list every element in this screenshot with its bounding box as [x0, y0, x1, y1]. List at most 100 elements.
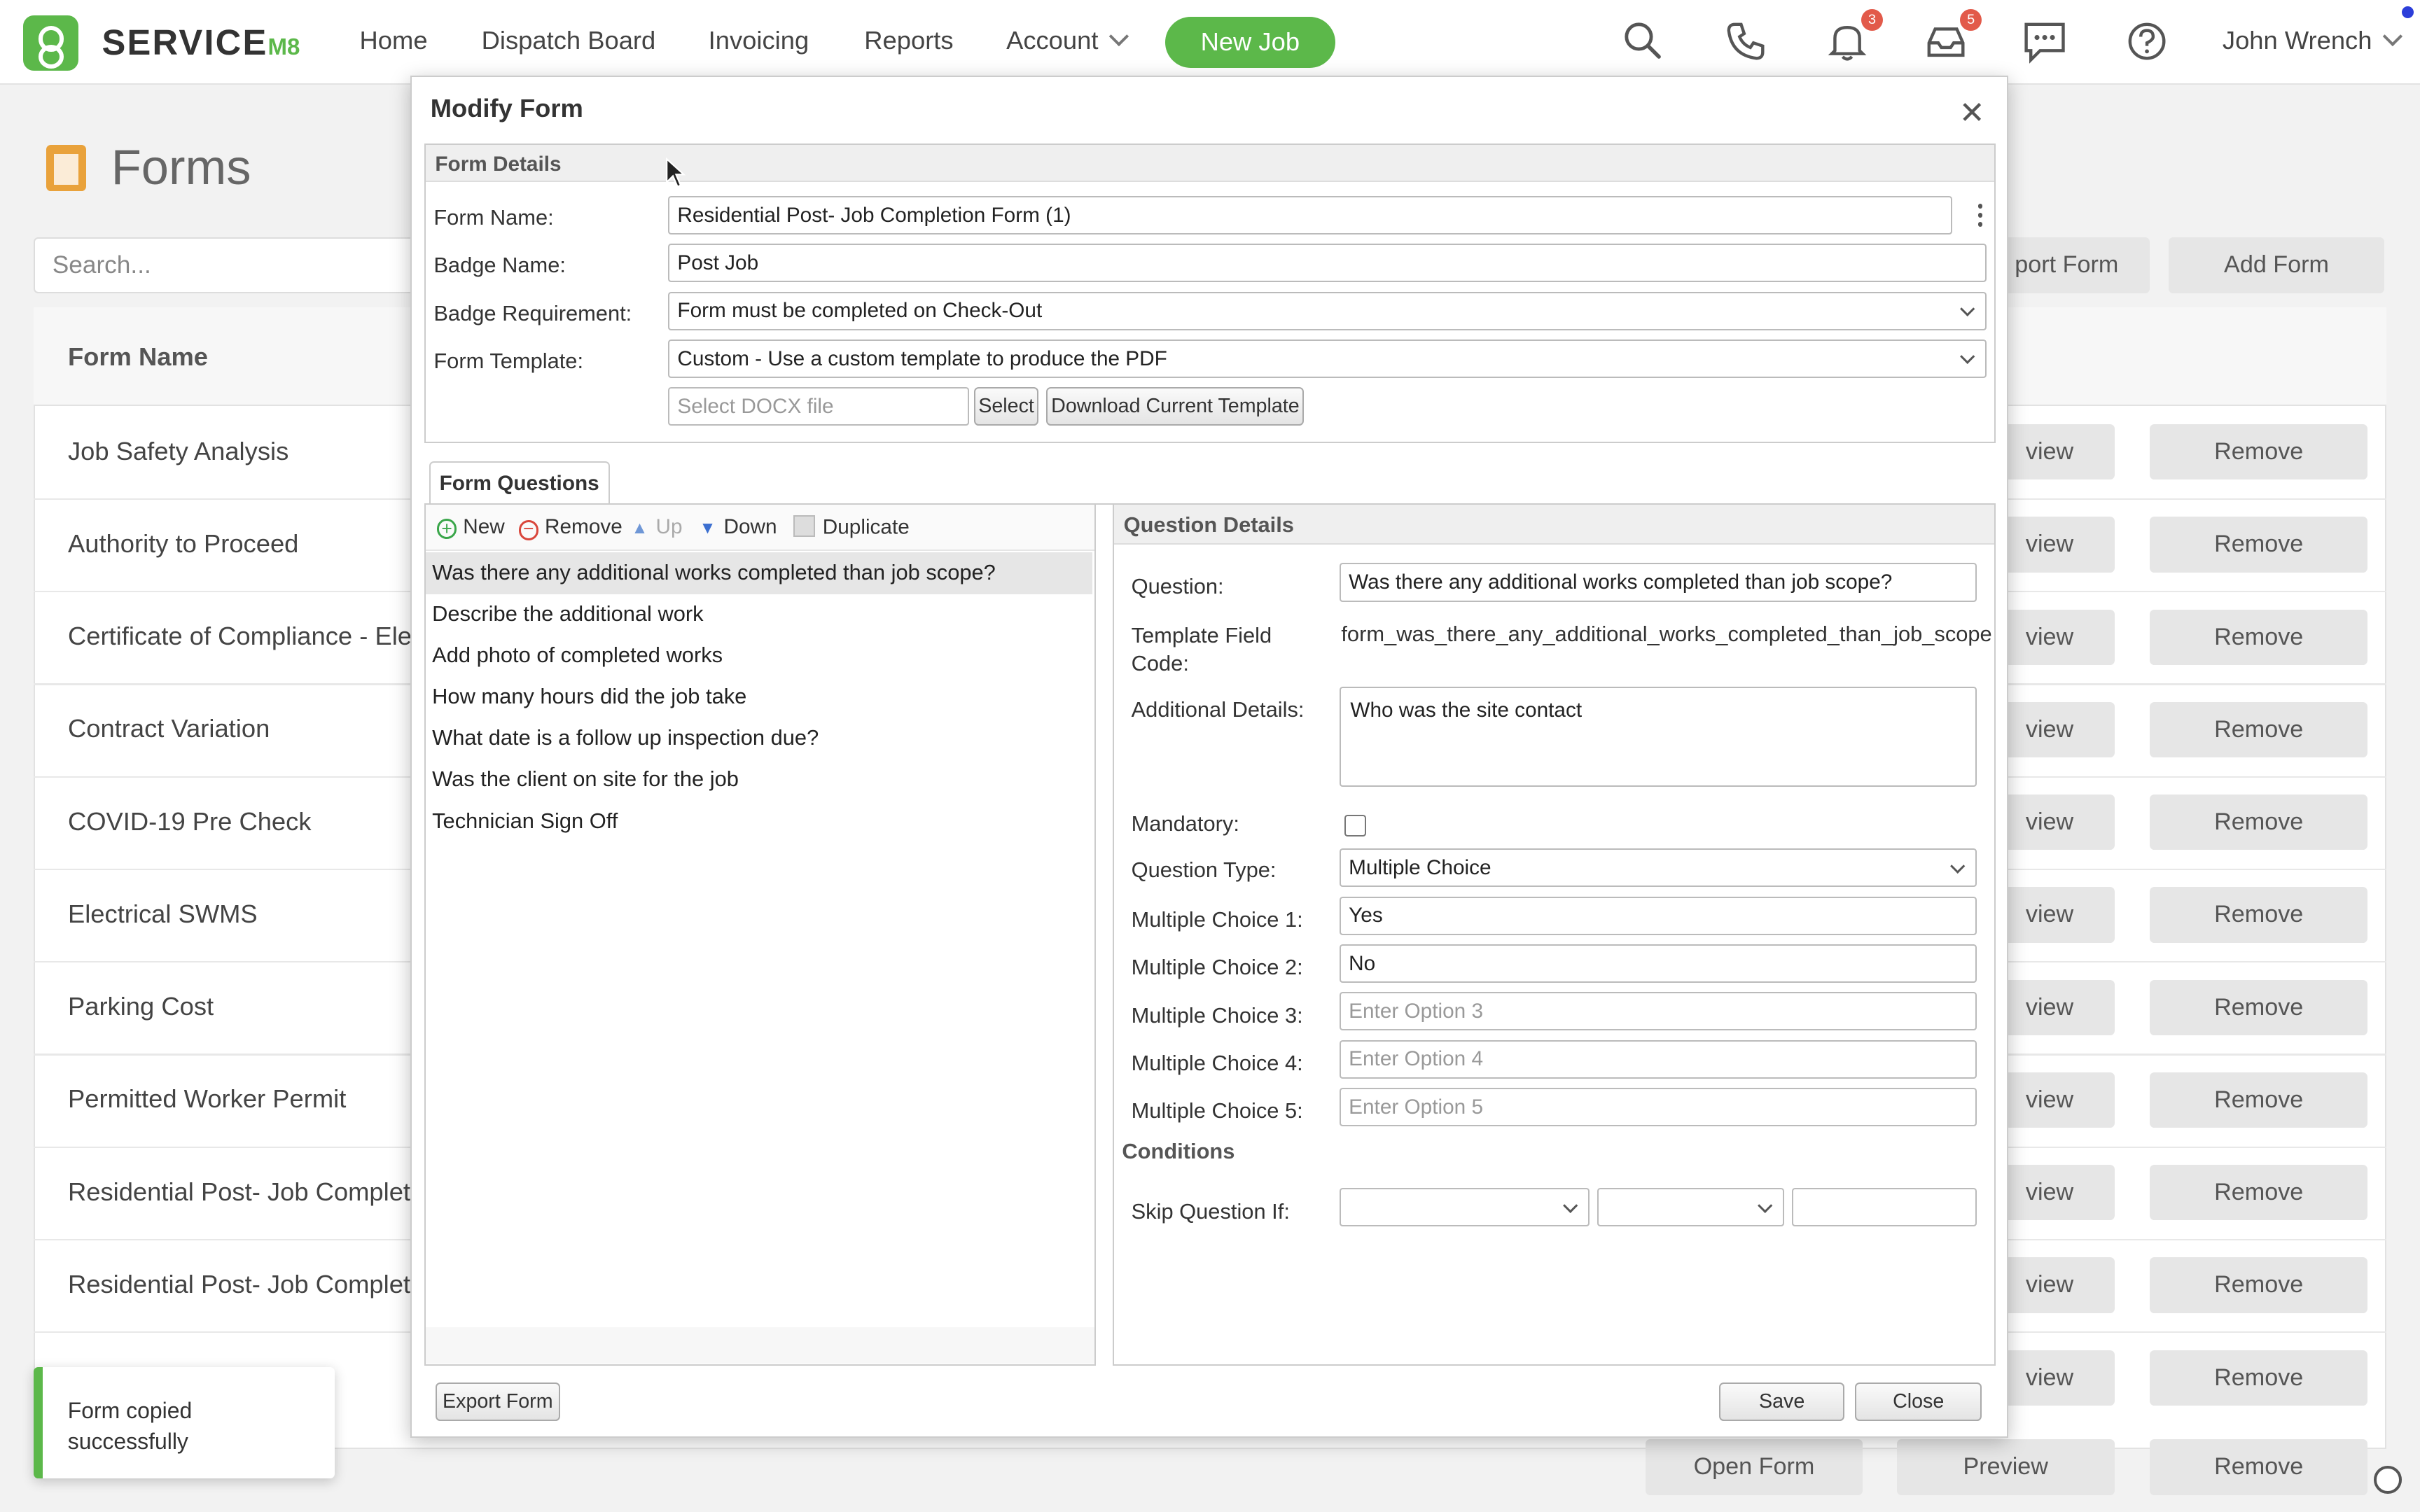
table-row[interactable]: Job Safety Analysis [68, 437, 420, 466]
move-down-button[interactable]: ▼ Down [699, 515, 777, 539]
table-row[interactable]: Electrical SWMS [68, 899, 420, 929]
skip-condition-operator-select[interactable] [1597, 1188, 1784, 1227]
nav-dispatch-board[interactable]: Dispatch Board [482, 26, 656, 55]
arrow-up-icon: ▲ [631, 519, 648, 538]
chevron-down-icon [1757, 1198, 1773, 1214]
remove-button[interactable]: Remove [2150, 1257, 2368, 1313]
chevron-down-icon [1950, 858, 1966, 874]
remove-button[interactable]: Remove [2150, 979, 2368, 1035]
chevron-down-icon [1959, 301, 1975, 317]
servicem8-logo-icon[interactable] [23, 15, 79, 71]
import-form-button[interactable]: port Form [1983, 237, 2150, 293]
mandatory-checkbox[interactable] [1344, 814, 1366, 836]
remove-button[interactable]: Remove [2150, 887, 2368, 943]
question-list-item[interactable]: Describe the additional work [426, 594, 1092, 636]
down-label: Down [723, 515, 777, 539]
question-type-select[interactable]: Multiple Choice [1340, 848, 1977, 888]
mouse-cursor-icon [666, 157, 686, 188]
nav-account[interactable]: Account [1006, 26, 1129, 55]
badge-name-label: Badge Name: [433, 253, 566, 278]
skip-condition-question-select[interactable] [1340, 1188, 1590, 1227]
support-chat-icon[interactable] [2373, 1465, 2402, 1494]
question-list-item[interactable]: How many hours did the job take [426, 676, 1092, 718]
inbox-button[interactable]: 5 [1923, 9, 1982, 64]
docx-file-input[interactable]: Select DOCX file [668, 387, 970, 426]
skip-condition-value-input[interactable] [1791, 1188, 1977, 1227]
close-button[interactable]: Close [1855, 1382, 1982, 1421]
remove-button[interactable]: Remove [2150, 1165, 2368, 1221]
open-form-button[interactable]: Open Form [1645, 1439, 1863, 1495]
multiple-choice-2-input[interactable]: No [1340, 944, 1977, 983]
dialog-title: Modify Form [430, 94, 583, 123]
remove-button[interactable]: Remove [2150, 609, 2368, 665]
nav-reports[interactable]: Reports [864, 26, 953, 55]
user-menu[interactable]: John Wrench [2223, 26, 2403, 55]
new-question-button[interactable]: + New [436, 515, 505, 539]
duplicate-question-button[interactable]: Duplicate [793, 515, 910, 539]
remove-button[interactable]: Remove [2150, 1072, 2368, 1128]
preview-button[interactable]: Preview [1896, 1439, 2115, 1495]
select-file-button[interactable]: Select [973, 387, 1039, 426]
question-list-item[interactable]: Was the client on site for the job [426, 759, 1092, 801]
multiple-choice-5-input[interactable]: Enter Option 5 [1340, 1087, 1977, 1126]
chat-icon[interactable] [2022, 18, 2068, 64]
chevron-down-icon [1959, 349, 1975, 365]
multiple-choice-4-input[interactable]: Enter Option 4 [1340, 1040, 1977, 1079]
question-list-item[interactable]: Was there any additional works completed… [426, 552, 1093, 594]
multiple-choice-3-input[interactable]: Enter Option 3 [1340, 992, 1977, 1031]
brand-name: SERVICE [102, 22, 268, 62]
chevron-down-icon [1562, 1198, 1578, 1214]
question-list-item[interactable]: Technician Sign Off [426, 800, 1092, 842]
remove-button[interactable]: Remove [2150, 1350, 2368, 1406]
multiple-choice-4-label: Multiple Choice 4: [1131, 1050, 1303, 1075]
table-row[interactable]: Contract Variation [68, 714, 420, 743]
question-details-heading: Question Details [1114, 504, 1994, 545]
status-dot [2401, 6, 2414, 19]
page-title: Forms [111, 139, 251, 195]
table-row[interactable]: Parking Cost [68, 992, 420, 1021]
new-job-button[interactable]: New Job [1165, 17, 1335, 68]
remove-button[interactable]: Remove [2150, 424, 2368, 480]
table-row[interactable]: Permitted Worker Permit [68, 1084, 420, 1114]
remove-question-button[interactable]: − Remove [518, 515, 623, 540]
table-row[interactable]: Authority to Proceed [68, 529, 420, 559]
question-input[interactable]: Was there any additional works completed… [1340, 563, 1977, 602]
table-row[interactable]: COVID-19 Pre Check [68, 807, 420, 836]
save-button[interactable]: Save [1719, 1382, 1844, 1421]
multiple-choice-1-label: Multiple Choice 1: [1131, 907, 1303, 932]
phone-icon[interactable] [1723, 18, 1769, 64]
question-list-item[interactable]: What date is a follow up inspection due? [426, 718, 1092, 760]
search-icon[interactable] [1620, 18, 1667, 64]
template-field-code-label: Template Field Code: [1131, 623, 1272, 676]
tab-form-questions[interactable]: Form Questions [429, 461, 610, 505]
badge-requirement-select[interactable]: Form must be completed on Check-Out [668, 291, 1987, 330]
remove-button[interactable]: Remove [2150, 517, 2368, 573]
multiple-choice-5-label: Multiple Choice 5: [1131, 1098, 1303, 1124]
question-list-item[interactable]: Add photo of completed works [426, 635, 1092, 677]
remove-button[interactable]: Remove [2150, 794, 2368, 850]
close-icon[interactable]: ✕ [1959, 95, 1985, 131]
badge-requirement-value: Form must be completed on Check-Out [677, 299, 1043, 323]
questions-list-footer [426, 1326, 1094, 1364]
export-form-button[interactable]: Export Form [435, 1382, 561, 1421]
form-name-input[interactable]: Residential Post- Job Completion Form (1… [668, 195, 1953, 234]
badge-name-input[interactable]: Post Job [668, 244, 1987, 283]
brand-logo-text[interactable]: SERVICEM8 [102, 22, 300, 63]
additional-details-textarea[interactable]: Who was the site contact [1340, 686, 1977, 788]
search-input[interactable]: Search... [34, 237, 420, 293]
nav-invoicing[interactable]: Invoicing [709, 26, 809, 55]
table-row[interactable]: Residential Post- Job Completio [68, 1177, 420, 1207]
remove-button[interactable]: Remove [2150, 701, 2368, 758]
table-row[interactable]: Residential Post- Job Completio [68, 1270, 420, 1299]
remove-button[interactable]: Remove [2150, 1439, 2368, 1495]
more-options-icon[interactable] [1973, 202, 1988, 230]
multiple-choice-1-input[interactable]: Yes [1340, 896, 1977, 935]
move-up-button[interactable]: ▲ Up [631, 515, 682, 539]
notifications-button[interactable]: 3 [1824, 9, 1883, 64]
nav-home[interactable]: Home [360, 26, 428, 55]
form-template-select[interactable]: Custom - Use a custom template to produc… [668, 339, 1987, 378]
download-template-button[interactable]: Download Current Template [1046, 387, 1305, 426]
help-icon[interactable] [2124, 18, 2170, 64]
add-form-button[interactable]: Add Form [2168, 237, 2385, 293]
table-row[interactable]: Certificate of Compliance - Elect [68, 622, 420, 651]
